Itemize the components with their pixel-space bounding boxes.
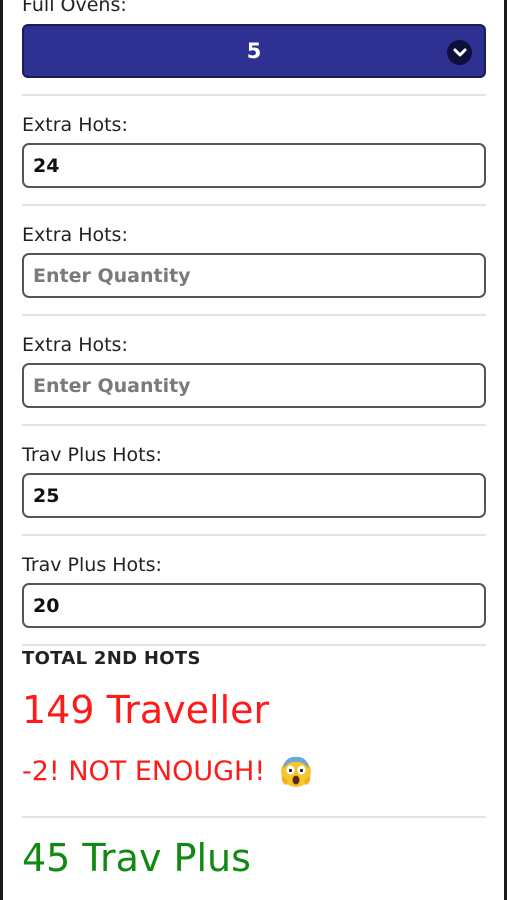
full-ovens-label: Full Ovens:	[22, 0, 127, 16]
trav-plus-hots-value-1: 25	[33, 484, 60, 507]
divider	[22, 204, 486, 206]
trav-plus-total: 45 Trav Plus	[22, 836, 251, 880]
trav-plus-hots-label-1: Trav Plus Hots:	[22, 444, 162, 466]
trav-plus-hots-value-2: 20	[33, 594, 60, 617]
divider	[22, 644, 486, 646]
extra-hots-value-1: 24	[33, 154, 60, 177]
shortage-warning: -2! NOT ENOUGH!	[22, 754, 313, 788]
full-ovens-select[interactable]: 5	[22, 24, 486, 78]
traveller-total: 149 Traveller	[22, 688, 270, 732]
screaming-face-icon	[279, 754, 313, 788]
total-2nd-hots-heading: TOTAL 2ND HOTS	[22, 648, 201, 669]
extra-hots-label-3: Extra Hots:	[22, 334, 128, 356]
chevron-down-icon[interactable]	[447, 40, 472, 65]
trav-plus-hots-input-2[interactable]: 20	[22, 583, 486, 628]
frame-border-left	[0, 0, 3, 900]
shortage-warning-text: -2! NOT ENOUGH!	[22, 755, 266, 787]
full-ovens-value: 5	[246, 39, 262, 63]
extra-hots-placeholder-2: Enter Quantity	[33, 264, 191, 287]
extra-hots-label-2: Extra Hots:	[22, 224, 128, 246]
extra-hots-input-1[interactable]: 24	[22, 143, 486, 188]
divider	[22, 816, 486, 818]
trav-plus-hots-input-1[interactable]: 25	[22, 473, 486, 518]
divider	[22, 314, 486, 316]
extra-hots-label-1: Extra Hots:	[22, 114, 128, 136]
divider	[22, 534, 486, 536]
extra-hots-input-3[interactable]: Enter Quantity	[22, 363, 486, 408]
trav-plus-hots-label-2: Trav Plus Hots:	[22, 554, 162, 576]
extra-hots-input-2[interactable]: Enter Quantity	[22, 253, 486, 298]
divider	[22, 94, 486, 96]
extra-hots-placeholder-3: Enter Quantity	[33, 374, 191, 397]
divider	[22, 424, 486, 426]
